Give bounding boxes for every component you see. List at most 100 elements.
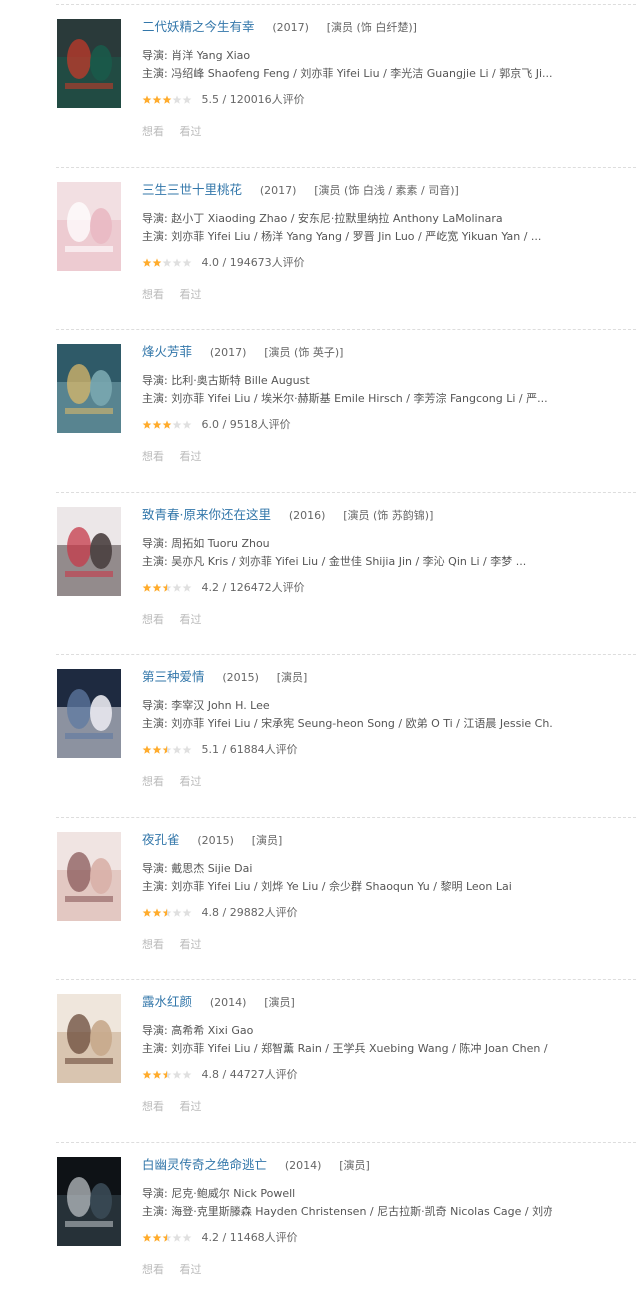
watched-button[interactable]: 看过 (180, 125, 202, 138)
star-icon (142, 95, 152, 104)
movie-title-link[interactable]: 第三种爱情 (142, 669, 205, 684)
star-icon (152, 257, 162, 267)
rating-text: 4.8 / 29882人评价 (201, 905, 298, 919)
movie-item-2: 三生三世十里桃花 (2017) [演员 (饰 白浅 / 素素 / 司音)] 导演… (0, 163, 641, 325)
star-icon (142, 1232, 152, 1242)
want-to-watch-button[interactable]: 想看 (142, 1263, 164, 1276)
rating-text: 4.0 / 194673人评价 (201, 255, 305, 269)
movie-title-link[interactable]: 白幽灵传奇之绝命逃亡 (142, 1157, 267, 1172)
movie-item-5: 第三种爱情 (2015) [演员] 导演: 李宰汉 John H. Lee 主演… (0, 650, 641, 812)
watched-button[interactable]: 看过 (180, 1263, 202, 1276)
stars-graphic (142, 420, 192, 429)
movie-poster[interactable] (57, 669, 121, 758)
movie-title-link[interactable]: 夜孔雀 (142, 832, 180, 847)
movie-year: (2015) (222, 671, 259, 684)
watched-button[interactable]: 看过 (180, 613, 202, 626)
stars-graphic (142, 257, 192, 267)
rating-row: 4.2 / 126472人评价 (142, 580, 305, 596)
watched-button[interactable]: 看过 (180, 775, 202, 788)
movie-poster[interactable] (57, 344, 121, 433)
rating-row: 4.0 / 194673人评价 (142, 255, 305, 271)
star-icon (172, 95, 182, 104)
movie-poster[interactable] (57, 181, 121, 271)
watched-button[interactable]: 看过 (180, 450, 202, 463)
watched-button[interactable]: 看过 (180, 288, 202, 301)
movie-actions: 想看 看过 (142, 1099, 214, 1115)
movie-year: (2014) (284, 1158, 322, 1172)
poster-image (57, 1156, 121, 1246)
movie-poster[interactable] (57, 994, 121, 1083)
want-to-watch-button[interactable]: 想看 (142, 613, 164, 626)
movie-role: [演员 (饰 苏韵锦)] (343, 508, 434, 522)
want-to-watch-button[interactable]: 想看 (142, 938, 164, 951)
movie-cast: 主演: 刘亦菲 Yifei Liu / 杨洋 Yang Yang / 罗晋 Ji… (142, 229, 542, 243)
movie-poster[interactable] (57, 831, 121, 921)
want-to-watch-button[interactable]: 想看 (142, 775, 164, 788)
want-to-watch-button[interactable]: 想看 (142, 125, 164, 138)
star-icon (182, 1232, 192, 1242)
movie-item-6: 夜孔雀 (2015) [演员] 导演: 戴思杰 Sijie Dai 主演: 刘亦… (0, 813, 641, 975)
movie-director: 导演: 赵小丁 Xiaoding Zhao / 安东尼·拉默里纳拉 Anthon… (142, 211, 503, 225)
rating-text: 6.0 / 9518人评价 (201, 418, 291, 431)
star-icon (162, 907, 172, 917)
movie-year: (2017) (272, 21, 309, 34)
movie-director: 导演: 肖洋 Yang Xiao (142, 49, 251, 62)
rating-text: 5.5 / 120016人评价 (201, 93, 305, 106)
movie-director: 导演: 李宰汉 John H. Lee (142, 699, 270, 712)
star-icon (172, 582, 182, 592)
movie-year: (2015) (197, 833, 234, 847)
movie-role: [演员 (饰 白浅 / 素素 / 司音)] (314, 183, 459, 197)
poster-image (57, 181, 121, 271)
star-rating (142, 1070, 192, 1080)
movie-poster[interactable] (57, 19, 121, 108)
star-icon (172, 257, 182, 267)
title-line: 烽火芳菲 (2017) [演员 (饰 英子)] (142, 343, 343, 361)
movie-title-link[interactable]: 致青春·原来你还在这里 (142, 507, 271, 522)
rating-row: 4.8 / 29882人评价 (142, 905, 298, 921)
want-to-watch-button[interactable]: 想看 (142, 450, 164, 463)
star-icon (172, 1232, 182, 1242)
movie-director: 导演: 高希希 Xixi Gao (142, 1024, 254, 1037)
movie-year: (2014) (209, 996, 247, 1009)
movie-actions: 想看 看过 (142, 287, 214, 303)
star-rating (142, 745, 192, 755)
movie-poster[interactable] (57, 1156, 121, 1246)
stars-graphic (142, 907, 192, 917)
movie-cast: 主演: 刘亦菲 Yifei Liu / 埃米尔·赫斯基 Emile Hirsch… (142, 392, 548, 405)
star-icon (172, 745, 182, 754)
movie-title-link[interactable]: 三生三世十里桃花 (142, 182, 242, 197)
rating-text: 4.8 / 44727人评价 (201, 1068, 298, 1081)
star-rating (142, 95, 192, 105)
movie-title-link[interactable]: 二代妖精之今生有幸 (142, 19, 255, 34)
movie-role: [演员 (饰 英子)] (264, 346, 344, 359)
star-rating (142, 582, 192, 593)
star-rating (142, 907, 192, 918)
title-line: 致青春·原来你还在这里 (2016) [演员 (饰 苏韵锦)] (142, 506, 433, 524)
movie-role: [演员 (饰 白纤楚)] (326, 21, 417, 34)
star-icon (142, 420, 152, 429)
star-icon (162, 1232, 172, 1242)
watched-button[interactable]: 看过 (180, 1100, 202, 1113)
star-icon (162, 1070, 172, 1079)
star-icon (182, 745, 192, 754)
star-icon (162, 257, 172, 267)
rating-text: 4.2 / 11468人评价 (201, 1230, 298, 1244)
star-icon (142, 257, 152, 267)
movie-poster[interactable] (57, 506, 121, 596)
star-icon (182, 582, 192, 592)
star-icon (182, 420, 192, 429)
star-icon (152, 745, 162, 754)
movie-cast: 主演: 刘亦菲 Yifei Liu / 刘烨 Ye Liu / 佘少群 Shao… (142, 879, 512, 893)
movie-cast: 主演: 刘亦菲 Yifei Liu / 郑智薰 Rain / 王学兵 Xuebi… (142, 1042, 552, 1055)
movie-director: 导演: 比利·奥古斯特 Bille August (142, 374, 310, 387)
want-to-watch-button[interactable]: 想看 (142, 288, 164, 301)
movie-cast: 主演: 冯绍峰 Shaofeng Feng / 刘亦菲 Yifei Liu / … (142, 67, 552, 80)
want-to-watch-button[interactable]: 想看 (142, 1100, 164, 1113)
movie-actions: 想看 看过 (142, 774, 214, 790)
movie-actions: 想看 看过 (142, 612, 214, 628)
star-icon (162, 95, 172, 104)
rating-text: 5.1 / 61884人评价 (201, 743, 298, 756)
movie-title-link[interactable]: 露水红颜 (142, 994, 192, 1009)
movie-title-link[interactable]: 烽火芳菲 (142, 344, 192, 359)
watched-button[interactable]: 看过 (180, 938, 202, 951)
